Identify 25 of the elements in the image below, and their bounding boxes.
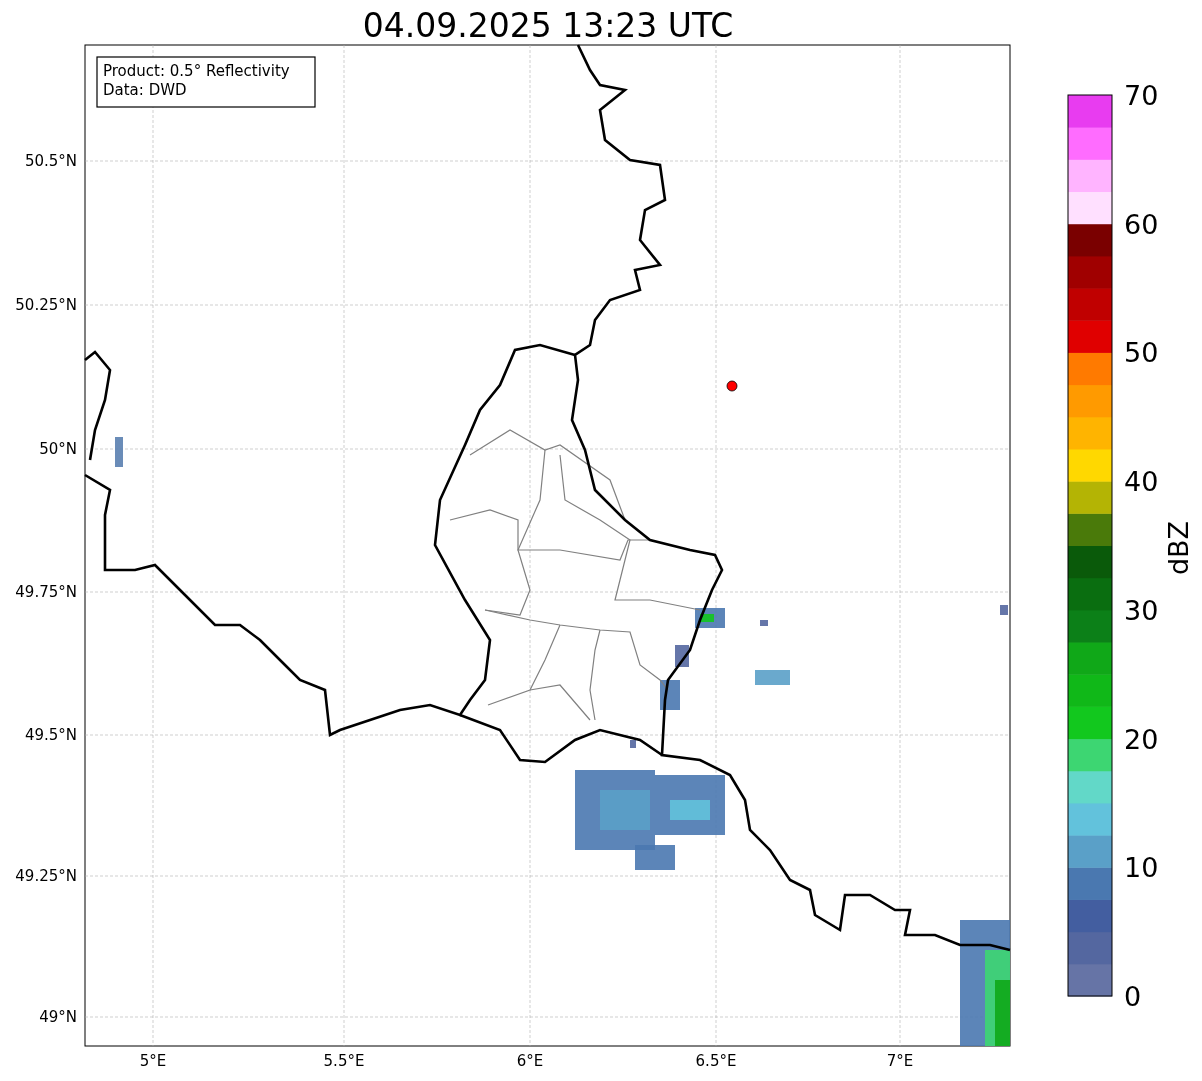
location-marker bbox=[726, 380, 738, 392]
y-tick-label: 50°N bbox=[39, 440, 77, 458]
y-tick-label: 49°N bbox=[39, 1008, 77, 1026]
colorbar-tick-label: 50 bbox=[1124, 337, 1159, 369]
colorbar-tick-label: 20 bbox=[1124, 723, 1159, 755]
x-tick-label: 5.5°E bbox=[323, 1052, 365, 1070]
colorbar-tick-label: 10 bbox=[1124, 852, 1159, 884]
colorbar-tick-label: 60 bbox=[1124, 208, 1159, 240]
chart-title: 04.09.2025 13:23 UTC bbox=[362, 6, 734, 45]
colorbar-tick-label: 0 bbox=[1124, 981, 1142, 1012]
y-tick-label: 50.5°N bbox=[24, 152, 77, 170]
info-text: Product: 0.5° Reflectivity bbox=[103, 62, 290, 80]
x-tick-label: 6°E bbox=[516, 1052, 544, 1070]
y-tick-label: 50.25°N bbox=[15, 296, 77, 314]
y-tick-label: 49.25°N bbox=[15, 867, 77, 885]
x-tick-label: 6.5°E bbox=[695, 1052, 737, 1070]
colorbar-tick-label: 40 bbox=[1124, 466, 1159, 498]
y-tick-label: 49.75°N bbox=[15, 583, 77, 601]
x-tick-label: 7°E bbox=[886, 1052, 914, 1070]
colorbar-label: dBZ bbox=[1163, 520, 1194, 576]
y-tick-label: 49.5°N bbox=[24, 726, 77, 744]
colorbar-tick-label: 70 bbox=[1124, 80, 1159, 111]
colorbar-tick-label: 30 bbox=[1124, 594, 1159, 626]
x-tick-label: 5°E bbox=[139, 1052, 167, 1070]
info-text: Data: DWD bbox=[103, 81, 187, 99]
